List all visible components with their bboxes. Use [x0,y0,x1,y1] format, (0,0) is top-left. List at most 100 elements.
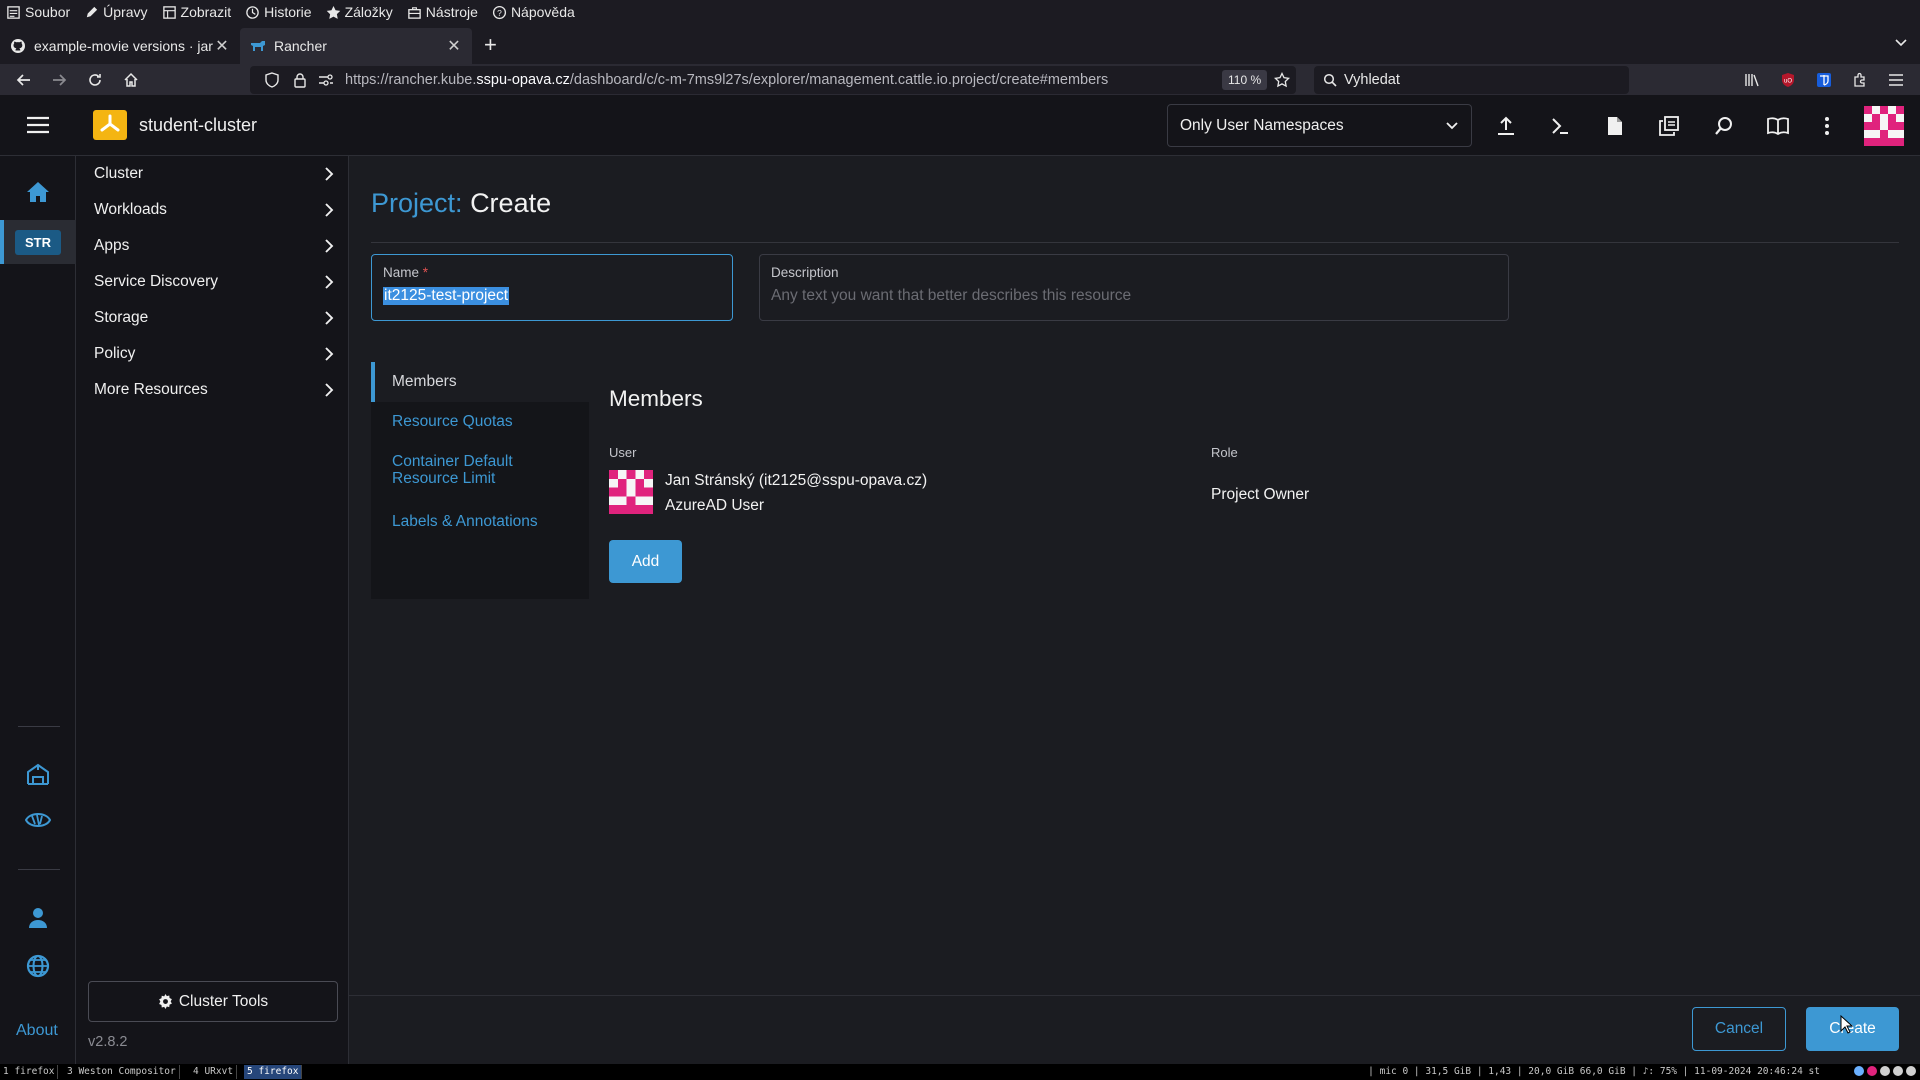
name-label: Name * [383,265,429,280]
library-icon[interactable] [1744,72,1760,88]
star-icon [326,5,340,19]
tab-resource-quotas[interactable]: Resource Quotas [371,413,589,430]
nav-group-service-discovery[interactable]: Service Discovery [76,264,349,300]
menu-historie[interactable]: Historie [245,4,312,20]
menu-upravy[interactable]: Úpravy [84,4,148,20]
os-status-bar: 1 firefox 3 Weston Compositor 4 URxvt 5 … [0,1064,1920,1080]
documentation-button[interactable] [1766,114,1790,138]
workspace-3[interactable]: 3 Weston Compositor [64,1065,180,1079]
chevron-right-icon [325,311,334,325]
tray-volume-icon[interactable] [1893,1066,1903,1076]
name-input-value[interactable]: it2125-test-project [383,287,510,305]
copy-kubeconfig-button[interactable] [1657,114,1681,138]
browser-tab-rancher[interactable]: Rancher ✕ [240,28,472,64]
cluster-switch-str[interactable]: STR [0,220,76,264]
file-menu-icon [7,5,20,19]
url-text[interactable]: https://rancher.kube.sspu-opava.cz/dashb… [345,72,1108,88]
virtualization-button[interactable] [24,806,52,834]
search-placeholder: Vyhledat [1344,72,1400,88]
extensions-icon[interactable] [1852,72,1868,88]
bitwarden-icon[interactable] [1816,72,1832,88]
menu-soubor[interactable]: Soubor [6,4,70,20]
description-input[interactable]: Any text you want that better describes … [771,287,1131,305]
nav-group-policy[interactable]: Policy [76,336,349,372]
menu-napoveda[interactable]: ? Nápověda [492,4,575,20]
back-button[interactable] [13,69,35,91]
namespace-filter-value: Only User Namespaces [1180,117,1344,134]
forward-button[interactable] [48,69,70,91]
workspace-4[interactable]: 4 URxvt [190,1065,238,1079]
member-role: Project Owner [1211,486,1310,503]
cluster-tools-button[interactable]: Cluster Tools [88,981,338,1022]
download-kubeconfig-button[interactable] [1603,114,1627,138]
url-bar[interactable]: https://rancher.kube.sspu-opava.cz/dashb… [250,66,1296,94]
permissions-icon[interactable] [318,73,334,87]
system-info: | mic 0 | 31,5 GiB | 1,43 | 20,0 GiB 66,… [1368,1066,1820,1077]
users-auth-button[interactable] [24,904,52,932]
ublock-icon[interactable]: uO [1780,72,1796,88]
new-tab-button[interactable]: + [484,34,497,56]
workspace-5[interactable]: 5 firefox [244,1065,303,1079]
import-yaml-button[interactable] [1494,114,1518,138]
more-actions-button[interactable] [1815,114,1839,138]
chevron-right-icon [325,383,334,397]
menu-zalozky[interactable]: Záložky [326,4,393,20]
nav-group-label: Apps [94,237,130,254]
hamburger-menu-icon[interactable] [26,115,50,135]
menu-zobrazit[interactable]: Zobrazit [162,4,231,20]
home-icon [124,72,138,87]
nav-group-storage[interactable]: Storage [76,300,349,336]
workspace-1[interactable]: 1 firefox [0,1065,59,1079]
tray-display-icon[interactable] [1880,1066,1890,1076]
description-field[interactable]: Description Any text you want that bette… [759,254,1509,321]
nav-group-apps[interactable]: Apps [76,228,349,264]
reload-icon [89,74,101,86]
cluster-abbrev-badge: STR [15,230,61,255]
zoom-level[interactable]: 110 % [1222,70,1268,90]
rancher-favicon [251,41,265,51]
browser-tab-github[interactable]: example-movie versions · jar ✕ [0,28,240,64]
book-icon [1767,117,1789,135]
nav-group-more-resources[interactable]: More Resources [76,372,349,408]
active-indicator [0,220,4,264]
about-link[interactable]: About [16,1022,58,1040]
shield-icon[interactable] [264,72,280,88]
chevron-right-icon [325,347,334,361]
browser-tab-strip: example-movie versions · jar ✕ Rancher ✕… [0,24,1920,64]
tray-app-icon[interactable] [1867,1066,1877,1076]
page-title-action: Create [470,188,552,218]
close-icon[interactable]: ✕ [214,36,230,56]
tab-members[interactable]: Members [371,362,589,402]
home-button[interactable] [120,69,142,91]
fleet-button[interactable] [24,760,52,788]
cancel-button[interactable]: Cancel [1692,1007,1786,1051]
resource-search-button[interactable] [1712,114,1736,138]
menu-nastroje[interactable]: Nástroje [407,4,478,20]
globe-icon [26,954,50,978]
nav-group-workloads[interactable]: Workloads [76,192,349,228]
name-field[interactable]: Name * it2125-test-project [371,254,733,321]
home-button[interactable] [24,178,52,206]
nav-group-cluster[interactable]: Cluster [76,156,349,192]
search-field[interactable]: Vyhledat [1314,66,1629,94]
cluster-name: student-cluster [139,115,258,135]
tray-network-icon[interactable] [1854,1066,1864,1076]
namespace-filter-dropdown[interactable]: Only User Namespaces [1167,104,1472,147]
app-menu-icon[interactable] [1888,73,1904,87]
clock-icon [246,5,259,19]
user-avatar[interactable] [1864,106,1904,146]
tray-power-icon[interactable] [1906,1066,1916,1076]
chevron-down-icon[interactable] [1894,36,1908,50]
svg-text:uO: uO [1784,79,1792,85]
kubectl-shell-button[interactable] [1548,114,1572,138]
chevron-right-icon [325,167,334,181]
bookmark-star-icon[interactable] [1274,72,1290,88]
global-settings-button[interactable] [24,952,52,980]
lock-icon[interactable] [292,72,308,88]
reload-button[interactable] [84,69,106,91]
tab-container-default-resource-limit[interactable]: Container Default Resource Limit [371,453,531,487]
page-title-resource[interactable]: Project: [371,188,463,218]
tab-labels-annotations[interactable]: Labels & Annotations [371,513,589,530]
add-member-button[interactable]: Add [609,540,682,583]
close-icon[interactable]: ✕ [446,36,462,56]
